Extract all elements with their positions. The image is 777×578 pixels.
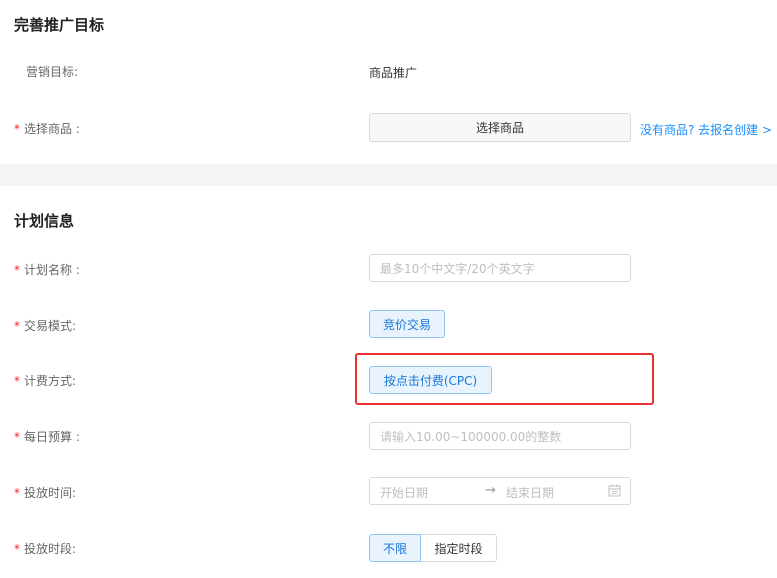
range-arrow: → <box>485 483 496 498</box>
daily-budget-placeholder: 请输入10.00~100000.00的整数 <box>380 429 562 444</box>
calendar-icon[interactable] <box>608 484 621 497</box>
daily-budget-label: * 每日预算 : <box>14 430 80 444</box>
billing-method-label: * 计费方式: <box>14 374 77 388</box>
section-title-plan-info: 计划信息 <box>14 212 75 230</box>
section-title-promotion-goal: 完善推广目标 <box>14 16 105 34</box>
select-product-label: * 选择商品 : <box>14 122 80 136</box>
required-mark: * <box>14 122 20 136</box>
highlight-annotation-box <box>355 353 654 405</box>
required-mark: * <box>14 430 20 444</box>
delivery-period-label: * 投放时段: <box>14 542 77 556</box>
plan-name-placeholder: 最多10个中文字/20个英文字 <box>380 261 535 276</box>
required-mark: * <box>14 486 20 500</box>
section-divider <box>0 164 777 186</box>
period-unlimited-option[interactable]: 不限 <box>369 534 421 562</box>
daily-budget-input[interactable]: 请输入10.00~100000.00的整数 <box>369 422 631 450</box>
delivery-date-range-picker[interactable]: 开始日期 → 结束日期 <box>369 477 631 505</box>
required-mark: * <box>14 374 20 388</box>
create-product-link[interactable]: 没有商品? 去报名创建 > <box>640 121 772 138</box>
trade-mode-bidding-option[interactable]: 竞价交易 <box>369 310 445 338</box>
period-specific-option[interactable]: 指定时段 <box>421 534 497 562</box>
marketing-goal-value: 商品推广 <box>369 66 418 80</box>
delivery-time-label: * 投放时间: <box>14 486 77 500</box>
required-mark: * <box>14 263 20 277</box>
delivery-period-toggle: 不限 指定时段 <box>369 534 497 562</box>
required-mark: * <box>14 319 20 333</box>
select-product-button[interactable]: 选择商品 <box>369 113 631 142</box>
end-date-placeholder: 结束日期 <box>506 486 555 500</box>
required-mark: * <box>14 542 20 556</box>
plan-name-input[interactable]: 最多10个中文字/20个英文字 <box>369 254 631 282</box>
plan-name-label: * 计划名称 : <box>14 263 80 277</box>
trade-mode-label: * 交易模式: <box>14 319 77 333</box>
marketing-goal-label: 营销目标: <box>26 65 79 79</box>
start-date-placeholder: 开始日期 <box>380 486 429 500</box>
